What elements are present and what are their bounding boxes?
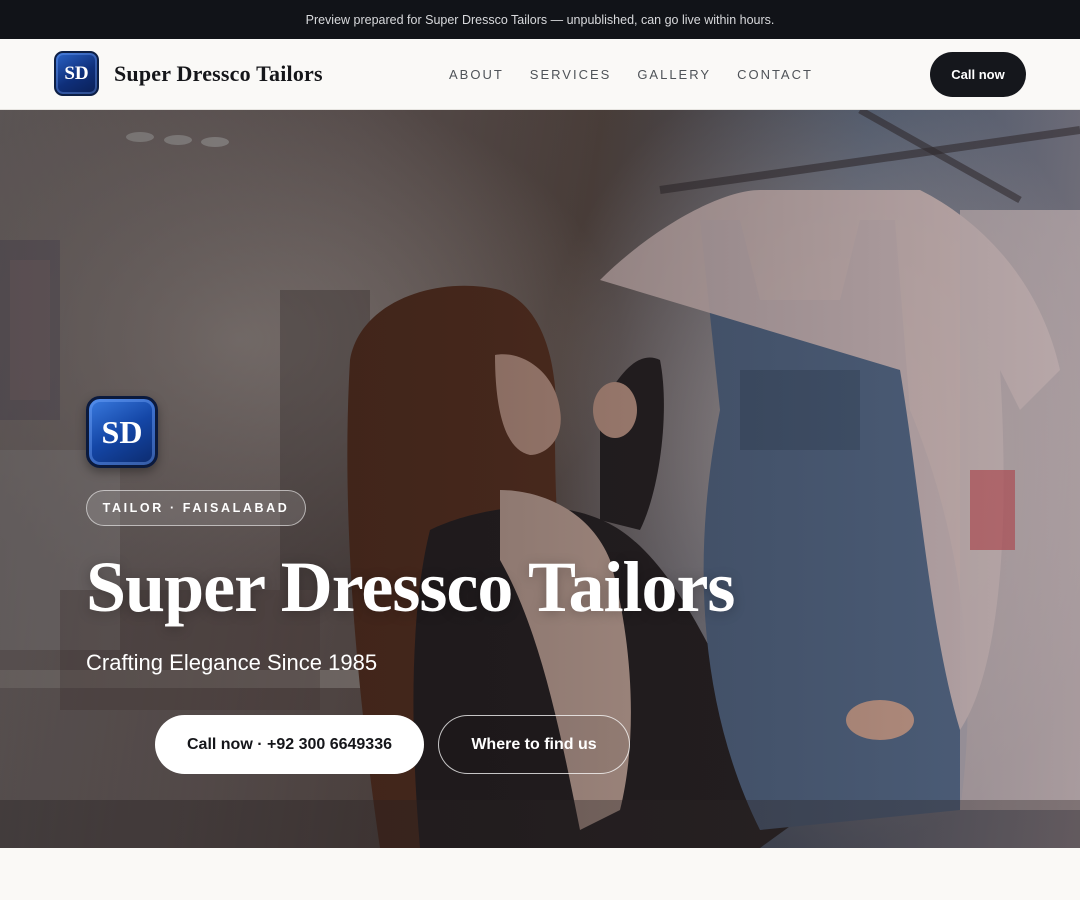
- preview-banner: Preview prepared for Super Dressco Tailo…: [0, 0, 1080, 39]
- hero-section: SD TAILOR · FAISALABAD Super Dressco Tai…: [0, 110, 1080, 848]
- preview-banner-text: Preview prepared for Super Dressco Tailo…: [305, 12, 775, 27]
- main-nav: ABOUT SERVICES GALLERY CONTACT: [449, 39, 813, 109]
- site-header: SD Super Dressco Tailors ABOUT SERVICES …: [0, 39, 1080, 110]
- hero-tag-badge: TAILOR · FAISALABAD: [86, 490, 306, 526]
- hero-subtitle: Crafting Elegance Since 1985: [86, 650, 378, 675]
- brand-name: Super Dressco Tailors: [114, 60, 323, 86]
- logo-icon: SD: [54, 51, 99, 96]
- call-now-button[interactable]: Call now · +92 300 6649336: [155, 715, 424, 774]
- header-call-button[interactable]: Call now: [930, 52, 1026, 97]
- where-to-find-us-button[interactable]: Where to find us: [438, 715, 630, 774]
- nav-link-about[interactable]: ABOUT: [449, 67, 504, 82]
- nav-link-services[interactable]: SERVICES: [530, 67, 612, 82]
- hero-title: Super Dressco Tailors: [86, 547, 735, 627]
- brand[interactable]: SD Super Dressco Tailors: [54, 51, 323, 96]
- hero-logo-icon: SD: [86, 396, 158, 468]
- nav-link-gallery[interactable]: GALLERY: [637, 67, 711, 82]
- nav-link-contact[interactable]: CONTACT: [737, 67, 813, 82]
